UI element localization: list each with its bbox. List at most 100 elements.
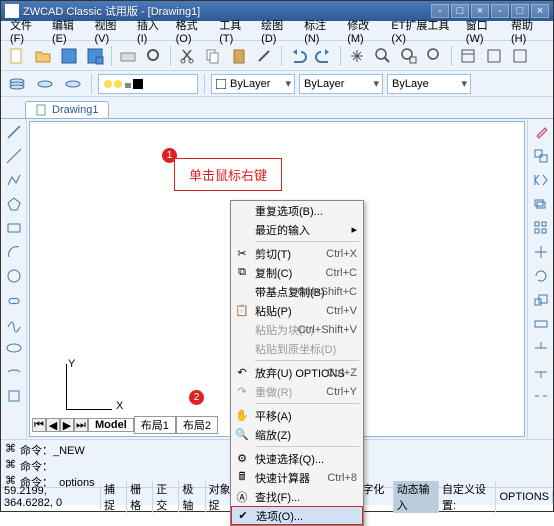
stretch-button[interactable] [530,313,552,335]
ctx-pan[interactable]: ✋平移(A) [231,406,363,425]
menu-tools[interactable]: 工具(T) [214,15,256,47]
ctx-paste[interactable]: 📋粘贴(P)Ctrl+V [231,301,363,320]
ctx-qcalc[interactable]: 🖩快速计算器Ctrl+8 [231,468,363,487]
sheet-layout1[interactable]: 布局1 [134,416,176,434]
ctx-find[interactable]: Ⓐ查找(F)... [231,487,363,506]
menubar: 文件(F) 编辑(E) 视图(V) 插入(I) 格式(O) 工具(T) 绘图(D… [1,21,553,41]
polygon-button[interactable] [3,193,25,215]
pan-button[interactable] [345,44,369,68]
redo-button[interactable] [312,44,336,68]
zoom-prev-button[interactable] [423,44,447,68]
ctx-pasteblock: 粘贴为块(K)Ctrl+Shift+V [231,320,363,339]
insert-button[interactable] [3,385,25,407]
array-button[interactable] [530,217,552,239]
circle-button[interactable] [3,265,25,287]
ellipsearc-button[interactable] [3,361,25,383]
tab-drawing1[interactable]: Drawing1 [25,101,109,118]
mirror-button[interactable] [530,169,552,191]
xline-button[interactable] [3,145,25,167]
bulb-icon [103,79,113,89]
ctx-qselect[interactable]: ⚙快速选择(Q)... [231,449,363,468]
status-polar[interactable]: 极轴 [179,481,205,513]
layer-mgr-button[interactable] [5,72,29,96]
status-ortho[interactable]: 正交 [153,481,179,513]
menu-modify[interactable]: 修改(M) [342,15,386,47]
sheet-model[interactable]: Model [88,418,134,432]
menu-dim[interactable]: 标注(N) [299,15,342,47]
properties-button[interactable] [456,44,480,68]
erase-button[interactable] [530,121,552,143]
tab-label: Drawing1 [52,104,98,116]
preview-button[interactable] [142,44,166,68]
ctx-zoom[interactable]: 🔍缩放(Z) [231,425,363,444]
ctx-undo[interactable]: ↶放弃(U) OPTIONSCtrl+Z [231,363,363,382]
menu-insert[interactable]: 插入(I) [132,15,171,47]
rectangle-button[interactable] [3,217,25,239]
designcenter-button[interactable] [482,44,506,68]
menu-window[interactable]: 窗口(W) [461,15,506,47]
modify-toolbar [527,119,553,439]
ctx-copy[interactable]: ⧉复制(C)Ctrl+C [231,263,363,282]
sheet-last-button[interactable]: ⏭ [74,418,88,432]
menu-file[interactable]: 文件(F) [5,15,47,47]
arc-button[interactable] [3,241,25,263]
menu-format[interactable]: 格式(O) [171,15,215,47]
scale-button[interactable] [530,289,552,311]
status-grid[interactable]: 栅格 [127,481,153,513]
color-combo[interactable]: ByLayer [211,74,295,94]
ctx-recent[interactable]: 最近的输入▸ [231,220,363,239]
ctx-copybase[interactable]: 带基点复制(B)Ctrl+Shift+C [231,282,363,301]
menu-draw[interactable]: 绘图(D) [256,15,299,47]
save-button[interactable] [57,44,81,68]
new-button[interactable] [5,44,29,68]
drawing-canvas[interactable]: 1 单击鼠标右键 重复选项(B)... 最近的输入▸ ✂剪切(T)Ctrl+X … [29,121,525,437]
plot-button[interactable] [116,44,140,68]
undo-button[interactable] [286,44,310,68]
offset-button[interactable] [530,193,552,215]
menu-et[interactable]: ET扩展工具(X) [386,15,460,47]
zoom-win-button[interactable] [397,44,421,68]
toolpalette-button[interactable] [508,44,532,68]
sheet-first-button[interactable]: ⏮ [32,418,46,432]
zoom-rt-button[interactable] [371,44,395,68]
menu-help[interactable]: 帮助(H) [506,15,549,47]
ellipse-button[interactable] [3,337,25,359]
linetype-combo[interactable]: ByLayer [299,74,383,94]
ctx-repeat[interactable]: 重复选项(B)... [231,201,363,220]
saveas-button[interactable] [83,44,107,68]
copyobj-button[interactable] [530,145,552,167]
sheet-layout2[interactable]: 布局2 [176,416,218,434]
arrow-right-icon: ▸ [351,223,357,236]
cut-button[interactable] [175,44,199,68]
layer-state-button[interactable] [61,72,85,96]
trim-button[interactable] [530,337,552,359]
ctx-options[interactable]: ✔选项(O)... [231,506,363,525]
layer-combo[interactable] [98,74,198,94]
coord-display[interactable]: 59.2199, 364.6282, 0 [1,485,101,509]
menu-view[interactable]: 视图(V) [89,15,132,47]
line-button[interactable] [3,121,25,143]
matchprop-button[interactable] [253,44,277,68]
status-custom[interactable]: 自定义设置: [439,481,497,513]
ctx-cut[interactable]: ✂剪切(T)Ctrl+X [231,244,363,263]
rotate-button[interactable] [530,265,552,287]
status-dyn[interactable]: 动态输入 [394,481,439,513]
sheet-next-button[interactable]: ▶ [60,418,74,432]
cmd-icon: ⌘ [5,442,16,458]
sheet-prev-button[interactable]: ◀ [46,418,60,432]
break-button[interactable] [530,385,552,407]
spline-button[interactable] [3,313,25,335]
revcloud-button[interactable] [3,289,25,311]
pline-button[interactable] [3,169,25,191]
status-snap[interactable]: 捕捉 [101,481,127,513]
zoom-icon: 🔍 [235,428,249,442]
extend-button[interactable] [530,361,552,383]
cmd-hist2: 命令： [20,458,53,474]
menu-edit[interactable]: 编辑(E) [47,15,90,47]
paste-button[interactable] [227,44,251,68]
open-button[interactable] [31,44,55,68]
move-button[interactable] [530,241,552,263]
copy-button[interactable] [201,44,225,68]
layer-prev-button[interactable] [33,72,57,96]
lineweight-combo[interactable]: ByLaye [387,74,471,94]
